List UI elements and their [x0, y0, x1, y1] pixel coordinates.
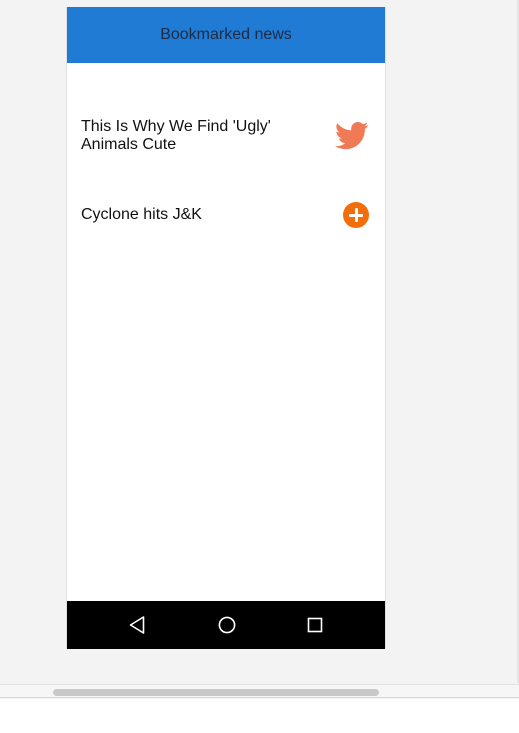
- bottom-blank-area: [0, 699, 519, 733]
- app-title: Bookmarked news: [160, 26, 292, 43]
- phone-frame: Bookmarked news This Is Why We Find 'Ugl…: [66, 7, 386, 649]
- horizontal-scrollbar[interactable]: [0, 684, 519, 698]
- browser-viewport: Bookmarked news This Is Why We Find 'Ugl…: [0, 0, 519, 733]
- home-circle-icon[interactable]: [215, 613, 239, 637]
- news-item-title: Cyclone hits J&K: [81, 206, 202, 223]
- app-bar: Bookmarked news: [67, 7, 385, 63]
- news-item[interactable]: Cyclone hits J&K: [67, 199, 385, 231]
- recents-square-icon[interactable]: [303, 613, 327, 637]
- back-triangle-icon[interactable]: [125, 613, 149, 637]
- twitter-icon[interactable]: [335, 121, 369, 151]
- news-item[interactable]: This Is Why We Find 'Ugly' Animals Cute: [67, 111, 385, 161]
- news-item-title: This Is Why We Find 'Ugly' Animals Cute: [81, 118, 271, 153]
- add-circle-icon[interactable]: [343, 202, 369, 228]
- android-nav-bar: [67, 601, 385, 649]
- scrollbar-thumb[interactable]: [53, 689, 379, 696]
